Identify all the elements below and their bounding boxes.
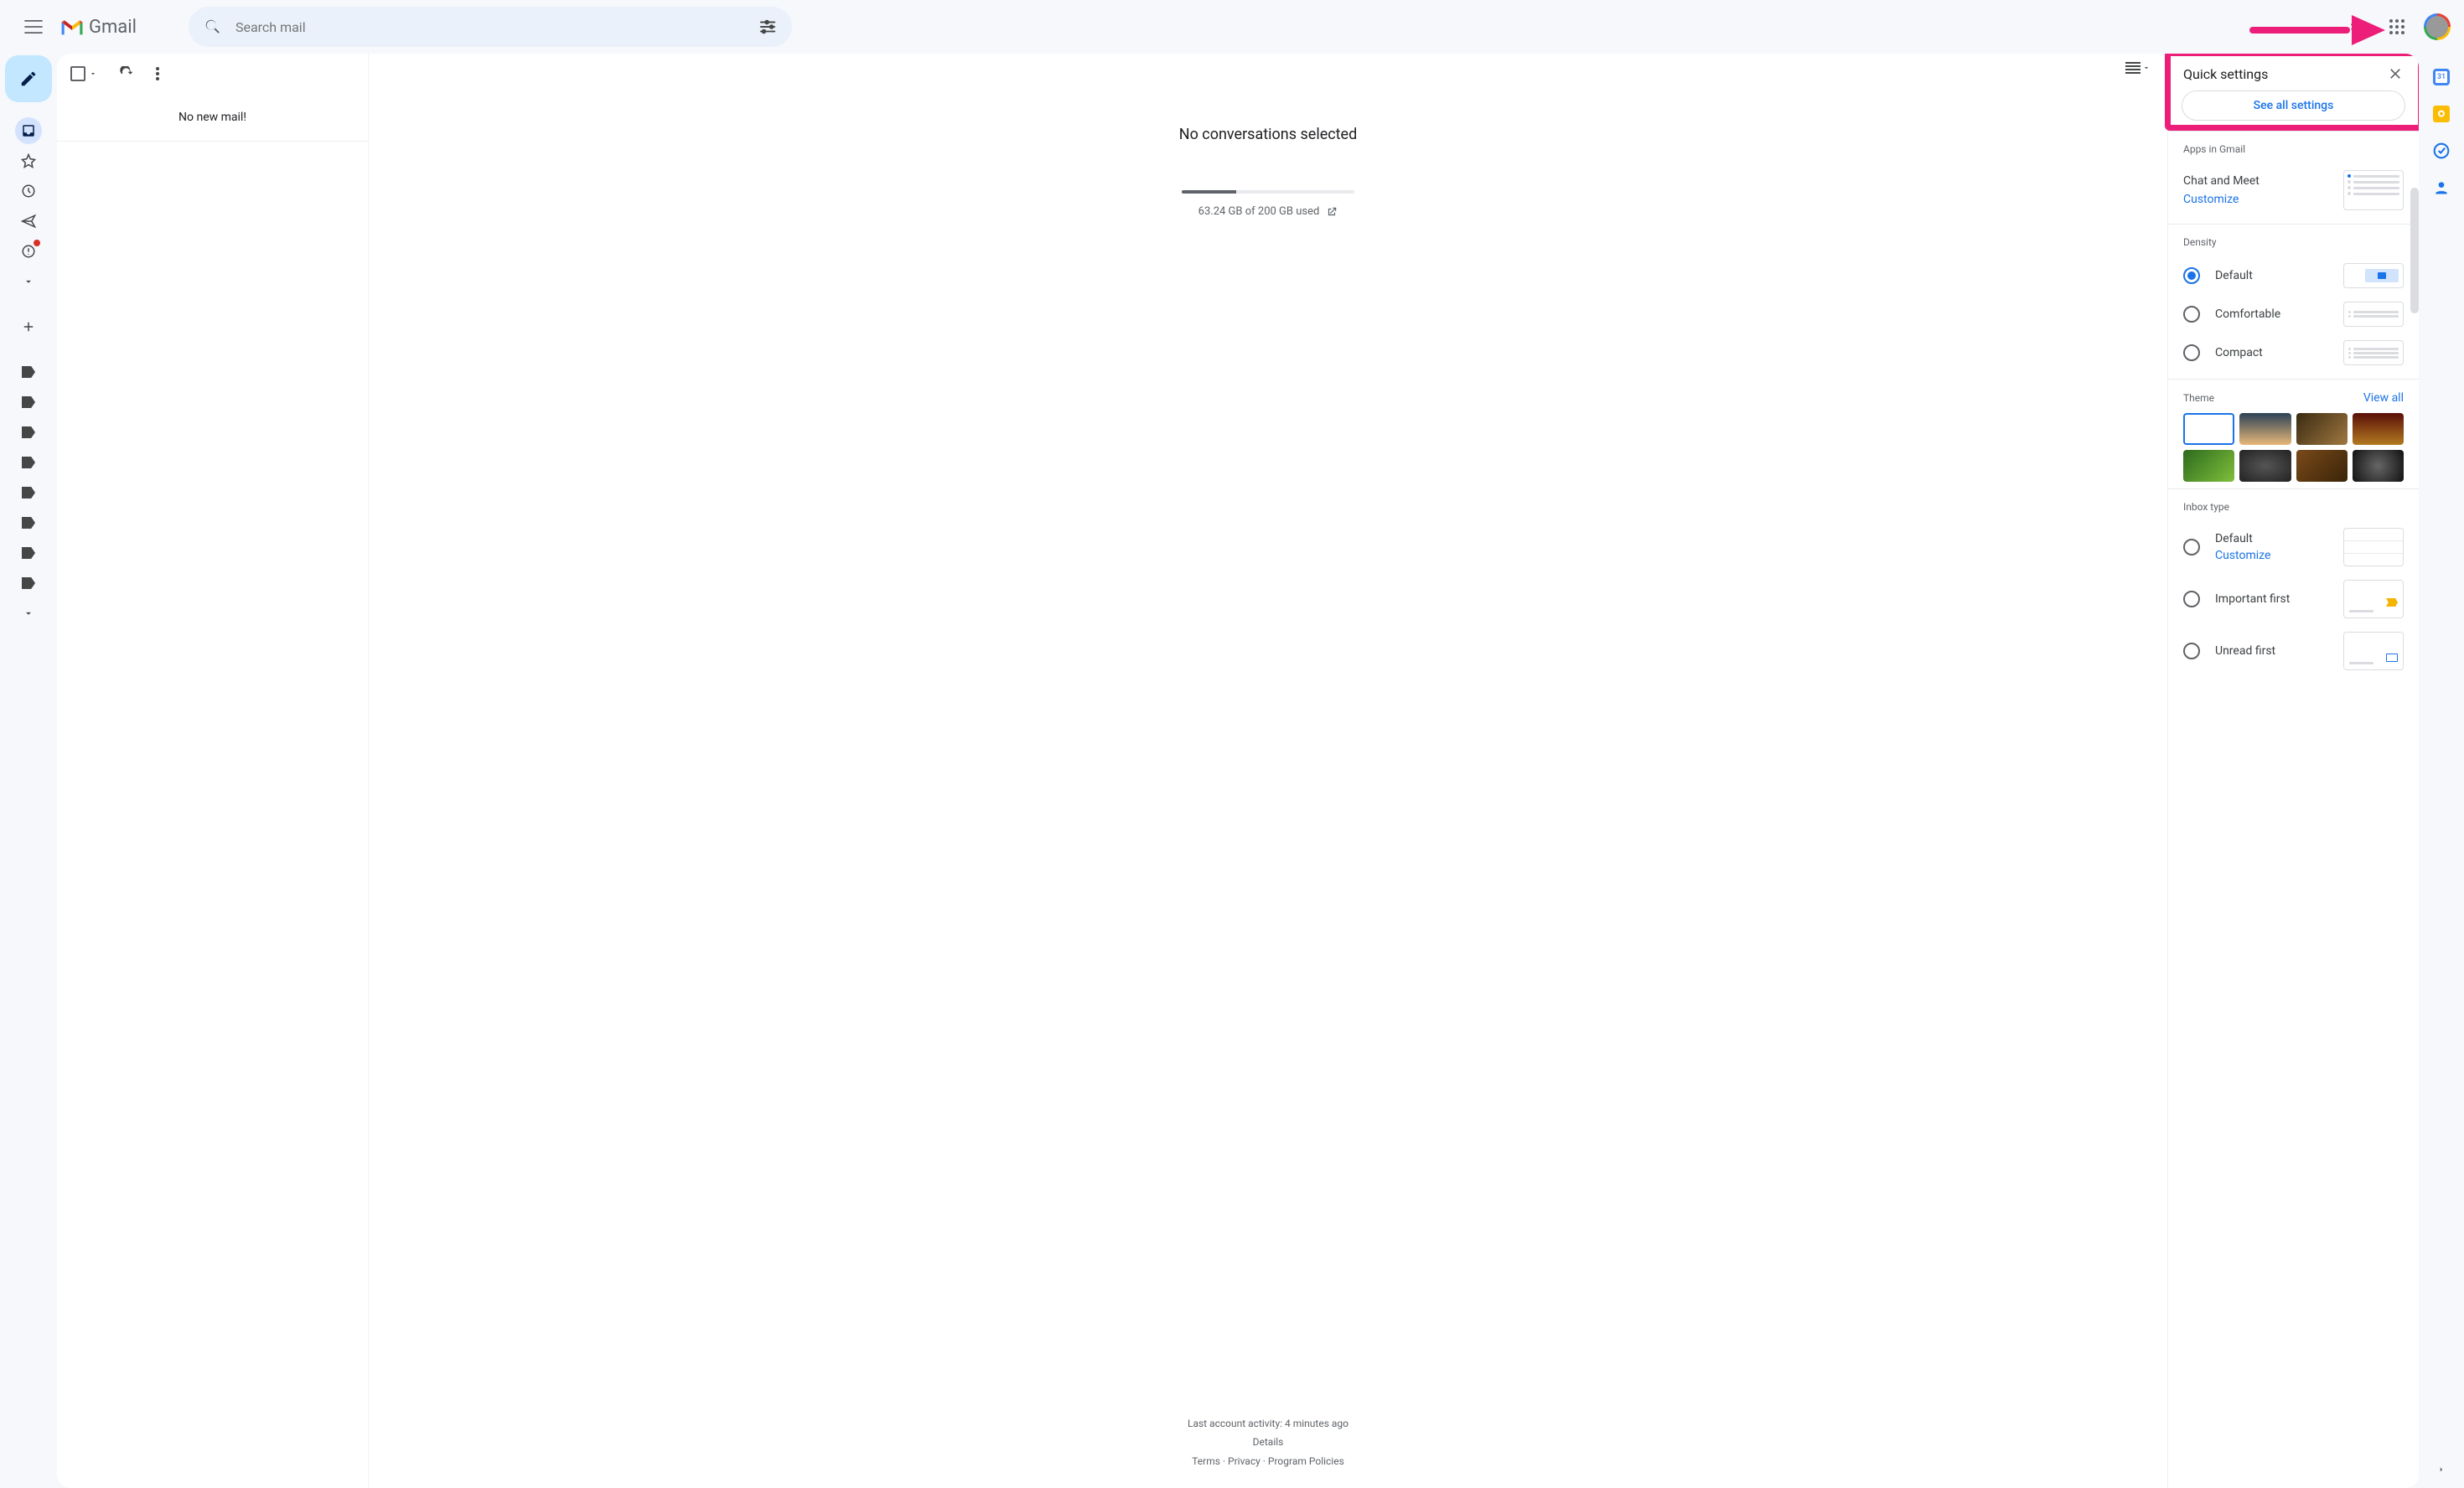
inbox-important-preview <box>2343 580 2404 618</box>
inbox-default-option[interactable]: Default Customize <box>2183 521 2404 573</box>
account-avatar[interactable] <box>2424 13 2451 40</box>
side-panel-expand[interactable] <box>2437 1463 2446 1476</box>
header: Gmail <box>0 0 2464 54</box>
threadlist-toolbar <box>57 54 368 94</box>
nav-label-3[interactable] <box>15 419 42 446</box>
close-button[interactable] <box>2387 65 2404 82</box>
theme-thumb-6[interactable] <box>2239 450 2291 482</box>
terms-link[interactable]: Terms <box>1192 1455 1220 1467</box>
more-button[interactable] <box>156 67 159 80</box>
inbox-type-label: Inbox type <box>2183 501 2404 513</box>
density-label: Density <box>2183 236 2404 248</box>
quick-settings-panel: Quick settings See all settings Apps in … <box>2167 54 2419 1488</box>
gmail-logo[interactable]: Gmail <box>60 17 137 38</box>
search-box[interactable] <box>189 7 792 47</box>
density-compact-option[interactable]: Compact <box>2183 333 2404 372</box>
nav-labels-more[interactable] <box>15 600 42 627</box>
empty-threadlist: No new mail! <box>57 94 368 142</box>
theme-label: Theme <box>2183 392 2214 404</box>
privacy-link[interactable]: Privacy <box>1228 1455 1260 1467</box>
policies-link[interactable]: Program Policies <box>1268 1455 1344 1467</box>
settings-button[interactable] <box>2340 10 2373 44</box>
density-default-preview <box>2343 263 2404 288</box>
storage-bar <box>1182 190 1354 194</box>
keep-app-icon[interactable] <box>2433 106 2450 122</box>
left-rail <box>0 54 57 1488</box>
apps-in-gmail-label: Apps in Gmail <box>2183 143 2404 155</box>
nav-create-label[interactable] <box>15 313 42 340</box>
customize-chat-link[interactable]: Customize <box>2183 193 2260 206</box>
qs-scrollbar[interactable] <box>2410 188 2419 313</box>
theme-thumb-7[interactable] <box>2296 450 2348 482</box>
density-comfortable-preview <box>2343 302 2404 327</box>
inbox-customize-link[interactable]: Customize <box>2215 549 2270 562</box>
nav-spam[interactable] <box>15 238 42 265</box>
nav-sent[interactable] <box>15 208 42 235</box>
select-all[interactable] <box>70 66 97 81</box>
threadlist-panel: No new mail! <box>57 54 369 1488</box>
activity-text: Last account activity: 4 minutes ago <box>1188 1414 1348 1434</box>
see-all-settings-button[interactable]: See all settings <box>2182 90 2405 121</box>
nav-inbox[interactable] <box>15 117 42 144</box>
search-icon <box>204 18 222 36</box>
quick-settings-title: Quick settings <box>2183 66 2268 82</box>
inbox-unread-preview <box>2343 632 2404 670</box>
density-default-option[interactable]: Default <box>2183 256 2404 295</box>
main-menu-button[interactable] <box>13 7 54 47</box>
nav-more[interactable] <box>15 268 42 295</box>
calendar-app-icon[interactable]: 31 <box>2433 69 2450 85</box>
tasks-app-icon[interactable] <box>2433 142 2450 159</box>
main-card: No new mail! No conversations selected 6… <box>57 54 2419 1488</box>
density-compact-preview <box>2343 340 2404 365</box>
details-link[interactable]: Details <box>1253 1436 1284 1448</box>
side-panel: 31 <box>2419 54 2464 1488</box>
reading-pane: No conversations selected 63.24 GB of 20… <box>369 54 2167 1488</box>
theme-thumb-8[interactable] <box>2353 450 2404 482</box>
compose-button[interactable] <box>5 55 52 102</box>
nav-label-2[interactable] <box>15 389 42 416</box>
search-options-icon[interactable] <box>758 18 777 36</box>
open-external-icon <box>1326 206 1338 218</box>
product-name: Gmail <box>89 17 137 38</box>
nav-label-6[interactable] <box>15 509 42 536</box>
footer: Last account activity: 4 minutes ago Det… <box>1188 1414 1348 1471</box>
theme-grid <box>2183 413 2404 482</box>
nav-starred[interactable] <box>15 147 42 174</box>
refresh-button[interactable] <box>119 66 134 81</box>
density-comfortable-option[interactable]: Comfortable <box>2183 295 2404 333</box>
nav-label-1[interactable] <box>15 359 42 385</box>
nav-snoozed[interactable] <box>15 178 42 204</box>
nav-label-5[interactable] <box>15 479 42 506</box>
nav-label-4[interactable] <box>15 449 42 476</box>
badge-dot <box>34 240 40 246</box>
storage-text[interactable]: 63.24 GB of 200 GB used <box>1198 205 1338 218</box>
contacts-app-icon[interactable] <box>2433 179 2450 196</box>
no-conversations-text: No conversations selected <box>1179 126 1358 143</box>
theme-thumb-5[interactable] <box>2183 450 2234 482</box>
inbox-unread-option[interactable]: Unread first <box>2183 625 2404 677</box>
inbox-default-preview <box>2343 528 2404 566</box>
google-apps-button[interactable] <box>2380 10 2414 44</box>
theme-thumb-4[interactable] <box>2353 413 2404 445</box>
nav-label-7[interactable] <box>15 540 42 566</box>
inbox-important-option[interactable]: Important first <box>2183 573 2404 625</box>
content-row: No new mail! No conversations selected 6… <box>0 54 2464 1488</box>
chat-and-meet-label: Chat and Meet <box>2183 174 2260 188</box>
theme-thumb-3[interactable] <box>2296 413 2348 445</box>
theme-thumb-2[interactable] <box>2239 413 2291 445</box>
theme-thumb-default[interactable] <box>2183 413 2234 445</box>
nav-label-8[interactable] <box>15 570 42 597</box>
split-pane-button[interactable] <box>2125 62 2151 74</box>
search-input[interactable] <box>236 19 745 35</box>
gmail-m-icon <box>60 18 84 36</box>
theme-view-all[interactable]: View all <box>2363 391 2404 405</box>
chat-meet-preview <box>2343 170 2404 210</box>
